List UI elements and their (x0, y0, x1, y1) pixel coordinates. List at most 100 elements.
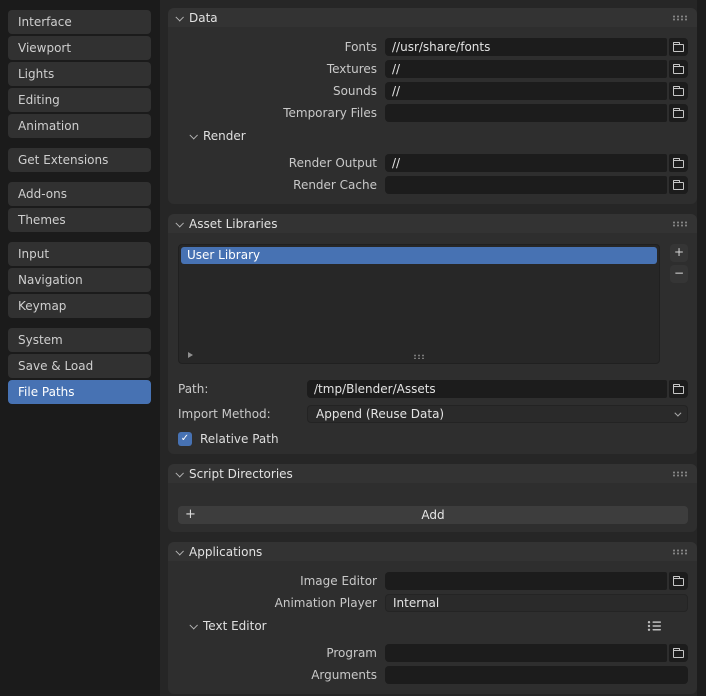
sounds-input[interactable]: // (385, 82, 667, 100)
sidebar-item-lights[interactable]: Lights (8, 62, 151, 86)
chevron-down-icon (175, 12, 184, 22)
panel-header-asset-libraries[interactable]: Asset Libraries (168, 214, 697, 233)
fonts-folder-button[interactable] (669, 38, 688, 56)
add-button-label: Add (421, 508, 445, 522)
render-output-folder-button[interactable] (669, 154, 688, 172)
sidebar-item-get-extensions[interactable]: Get Extensions (8, 148, 151, 172)
checkbox-label: Relative Path (200, 432, 279, 446)
import-method-select[interactable]: Append (Reuse Data) (307, 405, 688, 423)
sidebar-item-save-load[interactable]: Save & Load (8, 354, 151, 378)
render-output-input[interactable]: // (385, 154, 667, 172)
textures-folder-button[interactable] (669, 60, 688, 78)
asset-libraries-list[interactable]: User Library (178, 244, 660, 364)
folder-icon (673, 108, 684, 118)
fonts-input[interactable]: //usr/share/fonts (385, 38, 667, 56)
panel-header-data[interactable]: Data (168, 8, 697, 27)
path-folder-button[interactable] (669, 380, 688, 398)
folder-icon (673, 42, 684, 52)
program-folder-button[interactable] (669, 644, 688, 662)
render-output-row: Render Output // (178, 154, 688, 172)
panel-header-applications[interactable]: Applications (168, 542, 697, 561)
panel-body: Image Editor Animation Player Internal T… (168, 561, 697, 684)
sounds-folder-button[interactable] (669, 82, 688, 100)
panel-grip-icon[interactable] (672, 220, 688, 227)
list-resize-grip-icon[interactable] (413, 354, 425, 359)
list-item-user-library[interactable]: User Library (181, 247, 657, 264)
temporary-files-input[interactable] (385, 104, 667, 122)
import-method-row: Import Method: Append (Reuse Data) (178, 405, 688, 423)
folder-icon (673, 158, 684, 168)
sidebar-item-editing[interactable]: Editing (8, 88, 151, 112)
panel-title: Data (189, 10, 218, 25)
sidebar-item-input[interactable]: Input (8, 242, 151, 266)
panel-grip-icon[interactable] (672, 470, 688, 477)
sidebar-group: Interface Viewport Lights Editing Animat… (8, 10, 151, 138)
import-method-value: Append (Reuse Data) (316, 407, 445, 421)
subpanel-header-text-editor[interactable]: Text Editor (189, 618, 688, 634)
field-label: Sounds (332, 84, 377, 98)
relative-path-row: ✓ Relative Path (178, 432, 688, 446)
temporary-files-folder-button[interactable] (669, 104, 688, 122)
field-label: Textures (326, 62, 377, 76)
relative-path-checkbox[interactable]: ✓ (178, 432, 192, 446)
remove-library-button[interactable]: − (670, 265, 688, 283)
folder-icon (673, 648, 684, 658)
field-label: Render Output (288, 156, 377, 170)
panel-data: Data Fonts //usr/share/fonts Textures //… (168, 8, 697, 204)
field-label: Arguments (311, 668, 377, 682)
panel-body: + Add (168, 483, 697, 524)
chevron-down-icon (175, 218, 184, 228)
sidebar-item-viewport[interactable]: Viewport (8, 36, 151, 60)
panel-body: User Library + − Path: /tmp/Blender/Asse… (168, 233, 697, 446)
scrollbar-gutter[interactable] (697, 0, 706, 696)
textures-input[interactable]: // (385, 60, 667, 78)
subpanel-header-render[interactable]: Render (189, 128, 688, 144)
animation-player-select[interactable]: Internal (385, 594, 688, 612)
temporary-files-row: Temporary Files (178, 104, 688, 122)
field-label: Animation Player (274, 596, 377, 610)
panel-grip-icon[interactable] (672, 548, 688, 555)
sidebar-item-system[interactable]: System (8, 328, 151, 352)
panel-grip-icon[interactable] (672, 14, 688, 21)
sidebar-item-navigation[interactable]: Navigation (8, 268, 151, 292)
image-editor-folder-button[interactable] (669, 572, 688, 590)
sidebar-item-file-paths[interactable]: File Paths (8, 380, 151, 404)
arguments-input[interactable] (385, 666, 688, 684)
subpanel-title: Text Editor (203, 619, 267, 633)
field-label: Program (326, 646, 377, 660)
render-cache-folder-button[interactable] (669, 176, 688, 194)
program-row: Program (178, 644, 688, 662)
sidebar-item-animation[interactable]: Animation (8, 114, 151, 138)
panel-header-script-directories[interactable]: Script Directories (168, 464, 697, 483)
panel-title: Script Directories (189, 466, 293, 481)
folder-icon (673, 384, 684, 394)
add-script-directory-button[interactable]: + Add (178, 506, 688, 524)
sidebar-group: Get Extensions (8, 148, 151, 172)
sidebar-group: Add-ons Themes (8, 182, 151, 232)
field-label: Path: (178, 382, 209, 396)
list-buttons: + − (670, 244, 688, 364)
render-cache-input[interactable] (385, 176, 667, 194)
sidebar-item-interface[interactable]: Interface (8, 10, 151, 34)
folder-icon (673, 86, 684, 96)
field-label: Fonts (344, 40, 377, 54)
sidebar-item-addons[interactable]: Add-ons (8, 182, 151, 206)
add-library-button[interactable]: + (670, 244, 688, 262)
image-editor-input[interactable] (385, 572, 667, 590)
sidebar-item-keymap[interactable]: Keymap (8, 294, 151, 318)
sidebar-group: Input Navigation Keymap (8, 242, 151, 318)
folder-icon (673, 180, 684, 190)
expand-triangle-icon[interactable] (188, 352, 193, 358)
field-label: Render Cache (293, 178, 377, 192)
field-label: Temporary Files (283, 106, 377, 120)
sidebar-item-themes[interactable]: Themes (8, 208, 151, 232)
arguments-row: Arguments (178, 666, 688, 684)
textures-row: Textures // (178, 60, 688, 78)
path-input[interactable]: /tmp/Blender/Assets (307, 380, 667, 398)
presets-icon[interactable] (647, 620, 662, 632)
chevron-down-icon (175, 468, 184, 478)
folder-icon (673, 64, 684, 74)
program-input[interactable] (385, 644, 667, 662)
render-cache-row: Render Cache (178, 176, 688, 194)
panel-body: Fonts //usr/share/fonts Textures // Soun… (168, 27, 697, 194)
